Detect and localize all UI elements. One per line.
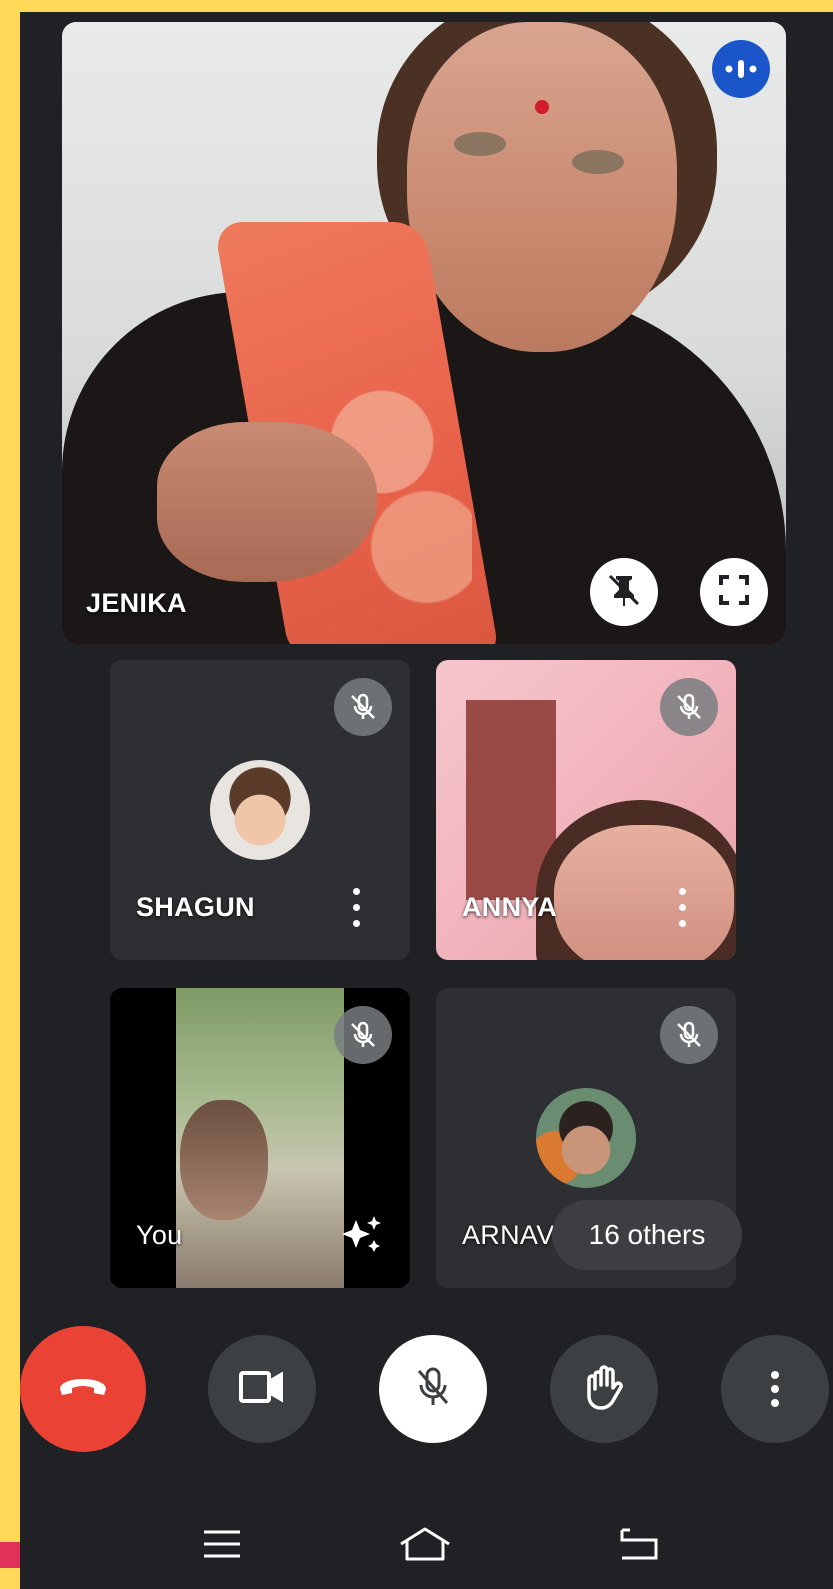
participant-name: ANNYA xyxy=(462,892,558,922)
more-vert-icon[interactable] xyxy=(676,888,688,928)
avatar xyxy=(536,1088,636,1188)
avatar xyxy=(210,760,310,860)
participant-video xyxy=(62,22,786,644)
participant-name: ARNAV xyxy=(462,1220,555,1250)
mic-off-icon xyxy=(660,678,718,736)
unpin-icon xyxy=(604,570,644,615)
mic-toggle-button[interactable] xyxy=(379,1335,487,1443)
participant-name: SHAGUN xyxy=(136,892,255,922)
participant-name: You xyxy=(136,1220,183,1250)
participant-tile-self[interactable]: You xyxy=(110,988,410,1288)
raise-hand-button[interactable] xyxy=(550,1335,658,1443)
home-icon[interactable] xyxy=(395,1524,455,1564)
others-count-chip[interactable]: 16 others xyxy=(552,1200,742,1270)
end-call-button[interactable] xyxy=(20,1326,146,1452)
menu-icon[interactable] xyxy=(192,1524,252,1564)
others-count-label: 16 others xyxy=(588,1219,706,1250)
main-speaker-tile[interactable]: JENIKA xyxy=(62,22,786,644)
camera-toggle-button[interactable] xyxy=(208,1335,316,1443)
unpin-button[interactable] xyxy=(590,558,658,626)
mic-off-icon xyxy=(334,1006,392,1064)
audio-level-icon xyxy=(712,40,770,98)
participant-tile-annya[interactable]: ANNYA xyxy=(436,660,736,960)
back-icon[interactable] xyxy=(608,1524,668,1564)
more-vert-icon[interactable] xyxy=(350,888,362,928)
meet-call-screen: JENIKA SHAGUN ANNYA You ARNAV 16 others xyxy=(20,12,833,1589)
fullscreen-button[interactable] xyxy=(700,558,768,626)
sparkle-effects-icon[interactable] xyxy=(334,1206,390,1262)
edge-decoration xyxy=(0,1542,20,1568)
more-options-button[interactable] xyxy=(721,1335,829,1443)
participant-name: JENIKA xyxy=(86,588,187,618)
call-end-icon xyxy=(56,1375,110,1404)
mic-off-icon xyxy=(413,1365,453,1414)
participant-tile-shagun[interactable]: SHAGUN xyxy=(110,660,410,960)
mic-off-icon xyxy=(660,1006,718,1064)
more-vert-icon xyxy=(769,1369,781,1409)
raise-hand-icon xyxy=(583,1363,625,1416)
fullscreen-icon xyxy=(717,573,751,612)
videocam-icon xyxy=(238,1370,286,1409)
mic-off-icon xyxy=(334,678,392,736)
